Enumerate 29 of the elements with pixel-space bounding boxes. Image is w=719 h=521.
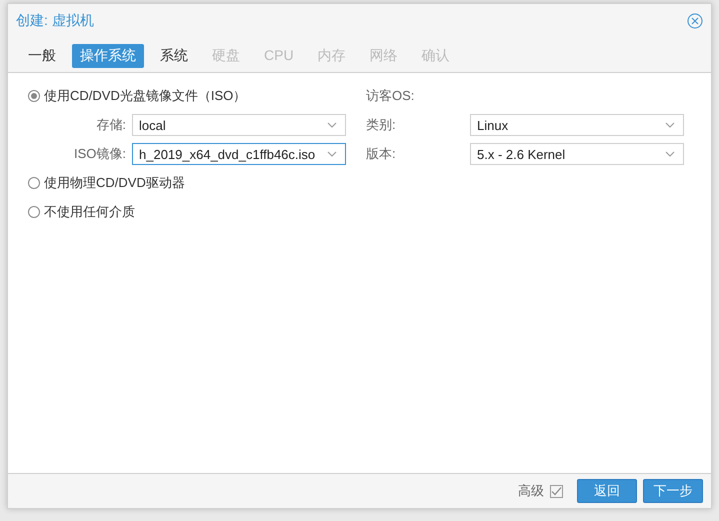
dropdown-field[interactable]: h_2019_x64_dvd_c1ffb46c.iso xyxy=(132,143,346,165)
dropdown-field[interactable]: Linux xyxy=(470,114,684,136)
tab[interactable]: 一般 xyxy=(20,44,64,68)
section-heading: 访客OS: xyxy=(366,87,416,105)
chevron-down-icon xyxy=(327,122,337,128)
chevron-down-icon xyxy=(327,151,337,157)
check-icon xyxy=(551,486,562,496)
radio-label: 使用CD/DVD光盘镜像文件（ISO） xyxy=(44,87,246,105)
nav-button[interactable]: 下一步 xyxy=(643,479,703,503)
window-title: 创建: 虚拟机 xyxy=(16,12,94,30)
radio-button[interactable] xyxy=(28,177,40,189)
chevron-down-icon xyxy=(665,122,675,128)
advanced-label: 高级 xyxy=(518,482,544,500)
radio-label: 使用物理CD/DVD驱动器 xyxy=(44,174,185,192)
field-label: 存储: xyxy=(95,116,126,134)
tab[interactable]: 操作系统 xyxy=(72,44,144,68)
radio-button[interactable] xyxy=(28,90,40,102)
field-label: 版本: xyxy=(366,145,397,163)
dropdown-field[interactable]: local xyxy=(132,114,346,136)
close-icon[interactable] xyxy=(687,13,703,29)
nav-button[interactable]: 返回 xyxy=(577,479,637,503)
radio-button[interactable] xyxy=(28,206,40,218)
advanced-checkbox[interactable] xyxy=(550,484,563,498)
field-label: ISO镜像: xyxy=(72,145,126,163)
radio-label: 不使用任何介质 xyxy=(44,203,135,221)
field-label: 类别: xyxy=(366,116,397,134)
dropdown-field[interactable]: 5.x - 2.6 Kernel xyxy=(470,143,684,165)
tab[interactable]: 系统 xyxy=(152,44,196,68)
chevron-down-icon xyxy=(665,151,675,157)
